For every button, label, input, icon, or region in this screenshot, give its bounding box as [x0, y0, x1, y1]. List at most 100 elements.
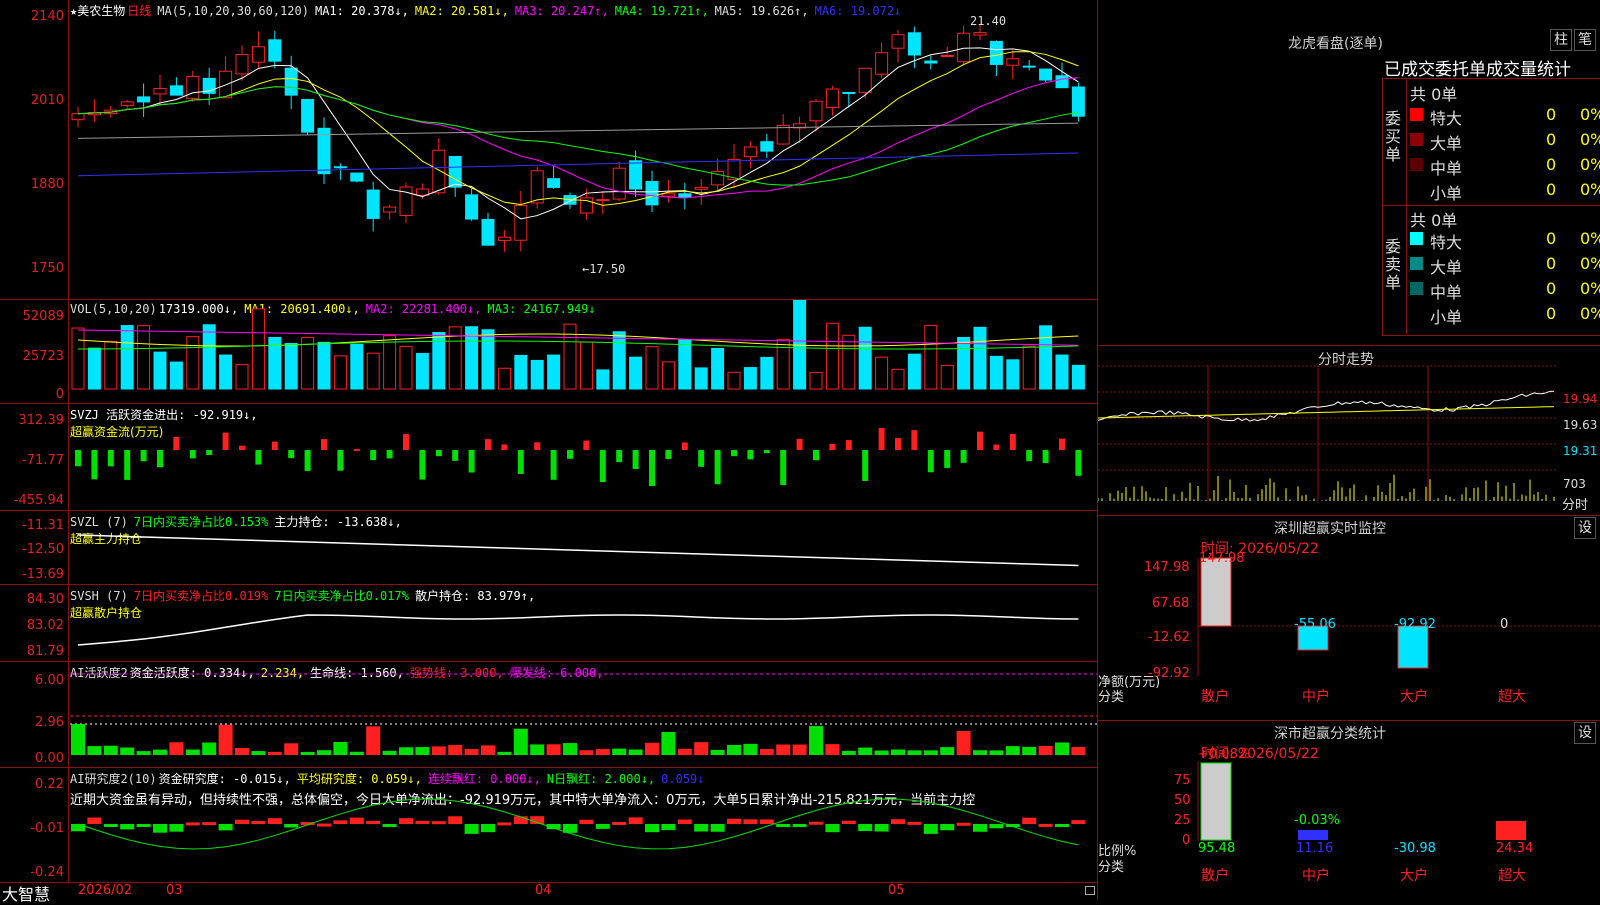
sell-total: 共 0单: [1410, 211, 1458, 230]
svzj-panel[interactable]: SVZJ 活跃资金进出: -92.919↓, 超赢资金流(万元) 312.39 …: [0, 403, 1097, 511]
column-view-button[interactable]: 柱: [1550, 29, 1572, 51]
volume-chart[interactable]: [0, 300, 1097, 404]
candle-body: [743, 146, 757, 158]
activity-bar: [530, 744, 545, 755]
intraday-price-high: 19.94: [1563, 392, 1598, 406]
activity-bar: [727, 744, 741, 755]
candle-body: [153, 87, 167, 95]
candle-body: [989, 40, 1003, 65]
cls-bar: [1496, 821, 1526, 840]
research-bar: [973, 824, 987, 832]
candle-body: [481, 218, 495, 246]
activity-bar: [923, 750, 938, 755]
activity-bar: [267, 751, 282, 755]
high-price-mark: 21.40: [970, 14, 1007, 28]
order-row: 特大 0 0%: [1410, 229, 1600, 252]
size-count: 0: [1546, 105, 1557, 124]
intraday-chart[interactable]: [1098, 346, 1600, 516]
candle-body: [71, 113, 85, 121]
activity-bar: [677, 748, 692, 755]
volume-bar: [579, 341, 593, 390]
sz-monitor-panel[interactable]: 深圳超赢实时监控 设 时间: 2026/05/22 147.98 67.68 -…: [1098, 515, 1600, 721]
ai-research-panel[interactable]: AI研究度2(10) 资金研究度: -0.015↓, 平均研究度: 0.059↓, 连…: [0, 767, 1097, 883]
cls-bottom-zhonghu: 11.16: [1296, 841, 1334, 856]
svzl-chart[interactable]: [0, 511, 1097, 585]
volume-bar: [301, 336, 315, 390]
svsh-panel[interactable]: SVSH (7) 7日内买卖净占比0.019% 7日内买卖净占比0.017% 散户持仓…: [0, 584, 1097, 662]
sz-class-panel[interactable]: 深市超赢分类统计 设 时间: 2026/05/22 75 50 25 0 +0.…: [1098, 720, 1600, 901]
cls-cat-zhonghu: 中户: [1302, 868, 1330, 884]
table-mid-divider: [1382, 205, 1600, 206]
candle-body: [825, 88, 839, 108]
activity-bar: [612, 748, 627, 755]
bottom-bar: 大智慧 2026/02 03 04 05: [0, 882, 1097, 904]
fund-bar: [927, 450, 934, 473]
candle-body: [760, 141, 774, 152]
ai-activity-chart[interactable]: [0, 662, 1097, 768]
research-bar: [464, 824, 479, 834]
volume-bar: [137, 325, 151, 390]
candle-body: [629, 160, 643, 190]
research-bar: [136, 824, 151, 827]
kline-panel[interactable]: ★美农生物 日线 MA(5,10,20,30,60,120) MA1: 20.378↓…: [0, 0, 1097, 299]
research-bar: [71, 824, 85, 832]
low-price-mark: ←17.50: [582, 262, 626, 276]
fund-bar: [731, 450, 737, 457]
fund-bar: [452, 450, 459, 461]
order-row: 小单 0 0%: [1410, 304, 1600, 327]
fund-bar: [698, 450, 705, 467]
volume-bar: [169, 361, 183, 390]
size-swatch: [1410, 183, 1423, 196]
brand-label[interactable]: 大智慧: [2, 881, 50, 905]
candle-body: [514, 205, 528, 241]
fund-bar: [321, 439, 327, 450]
kline-chart[interactable]: [0, 0, 1097, 299]
mon-bar: [1200, 557, 1232, 627]
research-bar: [677, 819, 692, 824]
research-bar: [399, 818, 413, 824]
activity-bar: [595, 749, 610, 755]
mon-y-label: 147.98: [1144, 560, 1190, 575]
volume-bar: [1006, 359, 1020, 390]
tick-view-button[interactable]: 笔: [1574, 29, 1596, 51]
activity-bar: [185, 749, 200, 755]
mon-value-zhonghu: -55.06: [1294, 617, 1336, 632]
activity-bar: [218, 724, 233, 755]
order-row: 大单 0 0%: [1410, 130, 1600, 153]
cls-top-sanhu: +0.08%: [1198, 747, 1251, 762]
lock-icon[interactable]: [1085, 886, 1095, 895]
research-bar: [579, 819, 594, 824]
ai-activity-panel[interactable]: AI活跃度2 资金活跃度: 0.334↓, 2.234, 生命线: 1.560, 强势线…: [0, 661, 1097, 768]
cls-y-label: 50: [1174, 793, 1191, 808]
activity-bar: [513, 728, 528, 755]
ai-research-chart[interactable]: [0, 768, 1097, 883]
research-bar: [202, 822, 217, 826]
research-bar: [349, 817, 364, 824]
research-bar: [743, 819, 758, 824]
volume-bar: [776, 338, 790, 390]
candle-body: [940, 54, 954, 57]
cls-bottom-sanhu: 95.48: [1198, 841, 1236, 856]
research-bar: [956, 822, 971, 826]
volume-bar: [497, 367, 511, 390]
intraday-vol-label: 分时: [1562, 498, 1589, 513]
cls-top-zhonghu: -0.03%: [1294, 813, 1340, 828]
svzj-chart[interactable]: [0, 404, 1097, 511]
candle-body: [907, 32, 921, 56]
size-label: 特大: [1430, 109, 1463, 128]
size-count: 0: [1546, 130, 1557, 149]
size-label: 小单: [1430, 308, 1463, 327]
research-bar: [333, 820, 348, 824]
volume-bar: [317, 341, 331, 390]
intraday-panel[interactable]: 分时走势 19.94 19.63 19.31 703 分时: [1098, 345, 1600, 516]
research-bar: [415, 820, 430, 824]
candle-body: [596, 199, 610, 202]
svzl-panel[interactable]: SVZL (7) 7日内买卖净占比0.153% 主力持仓: -13.638↓, 超赢…: [0, 510, 1097, 585]
research-bar: [103, 824, 118, 827]
volume-bar: [333, 355, 347, 390]
svsh-chart[interactable]: [0, 585, 1097, 662]
fund-bar: [501, 444, 508, 450]
activity-bar: [284, 743, 299, 755]
volume-panel[interactable]: VOL(5,10,20) 17319.000↓, MA1: 20691.400↓, M…: [0, 299, 1097, 404]
order-row: 大单 0 0%: [1410, 254, 1600, 277]
